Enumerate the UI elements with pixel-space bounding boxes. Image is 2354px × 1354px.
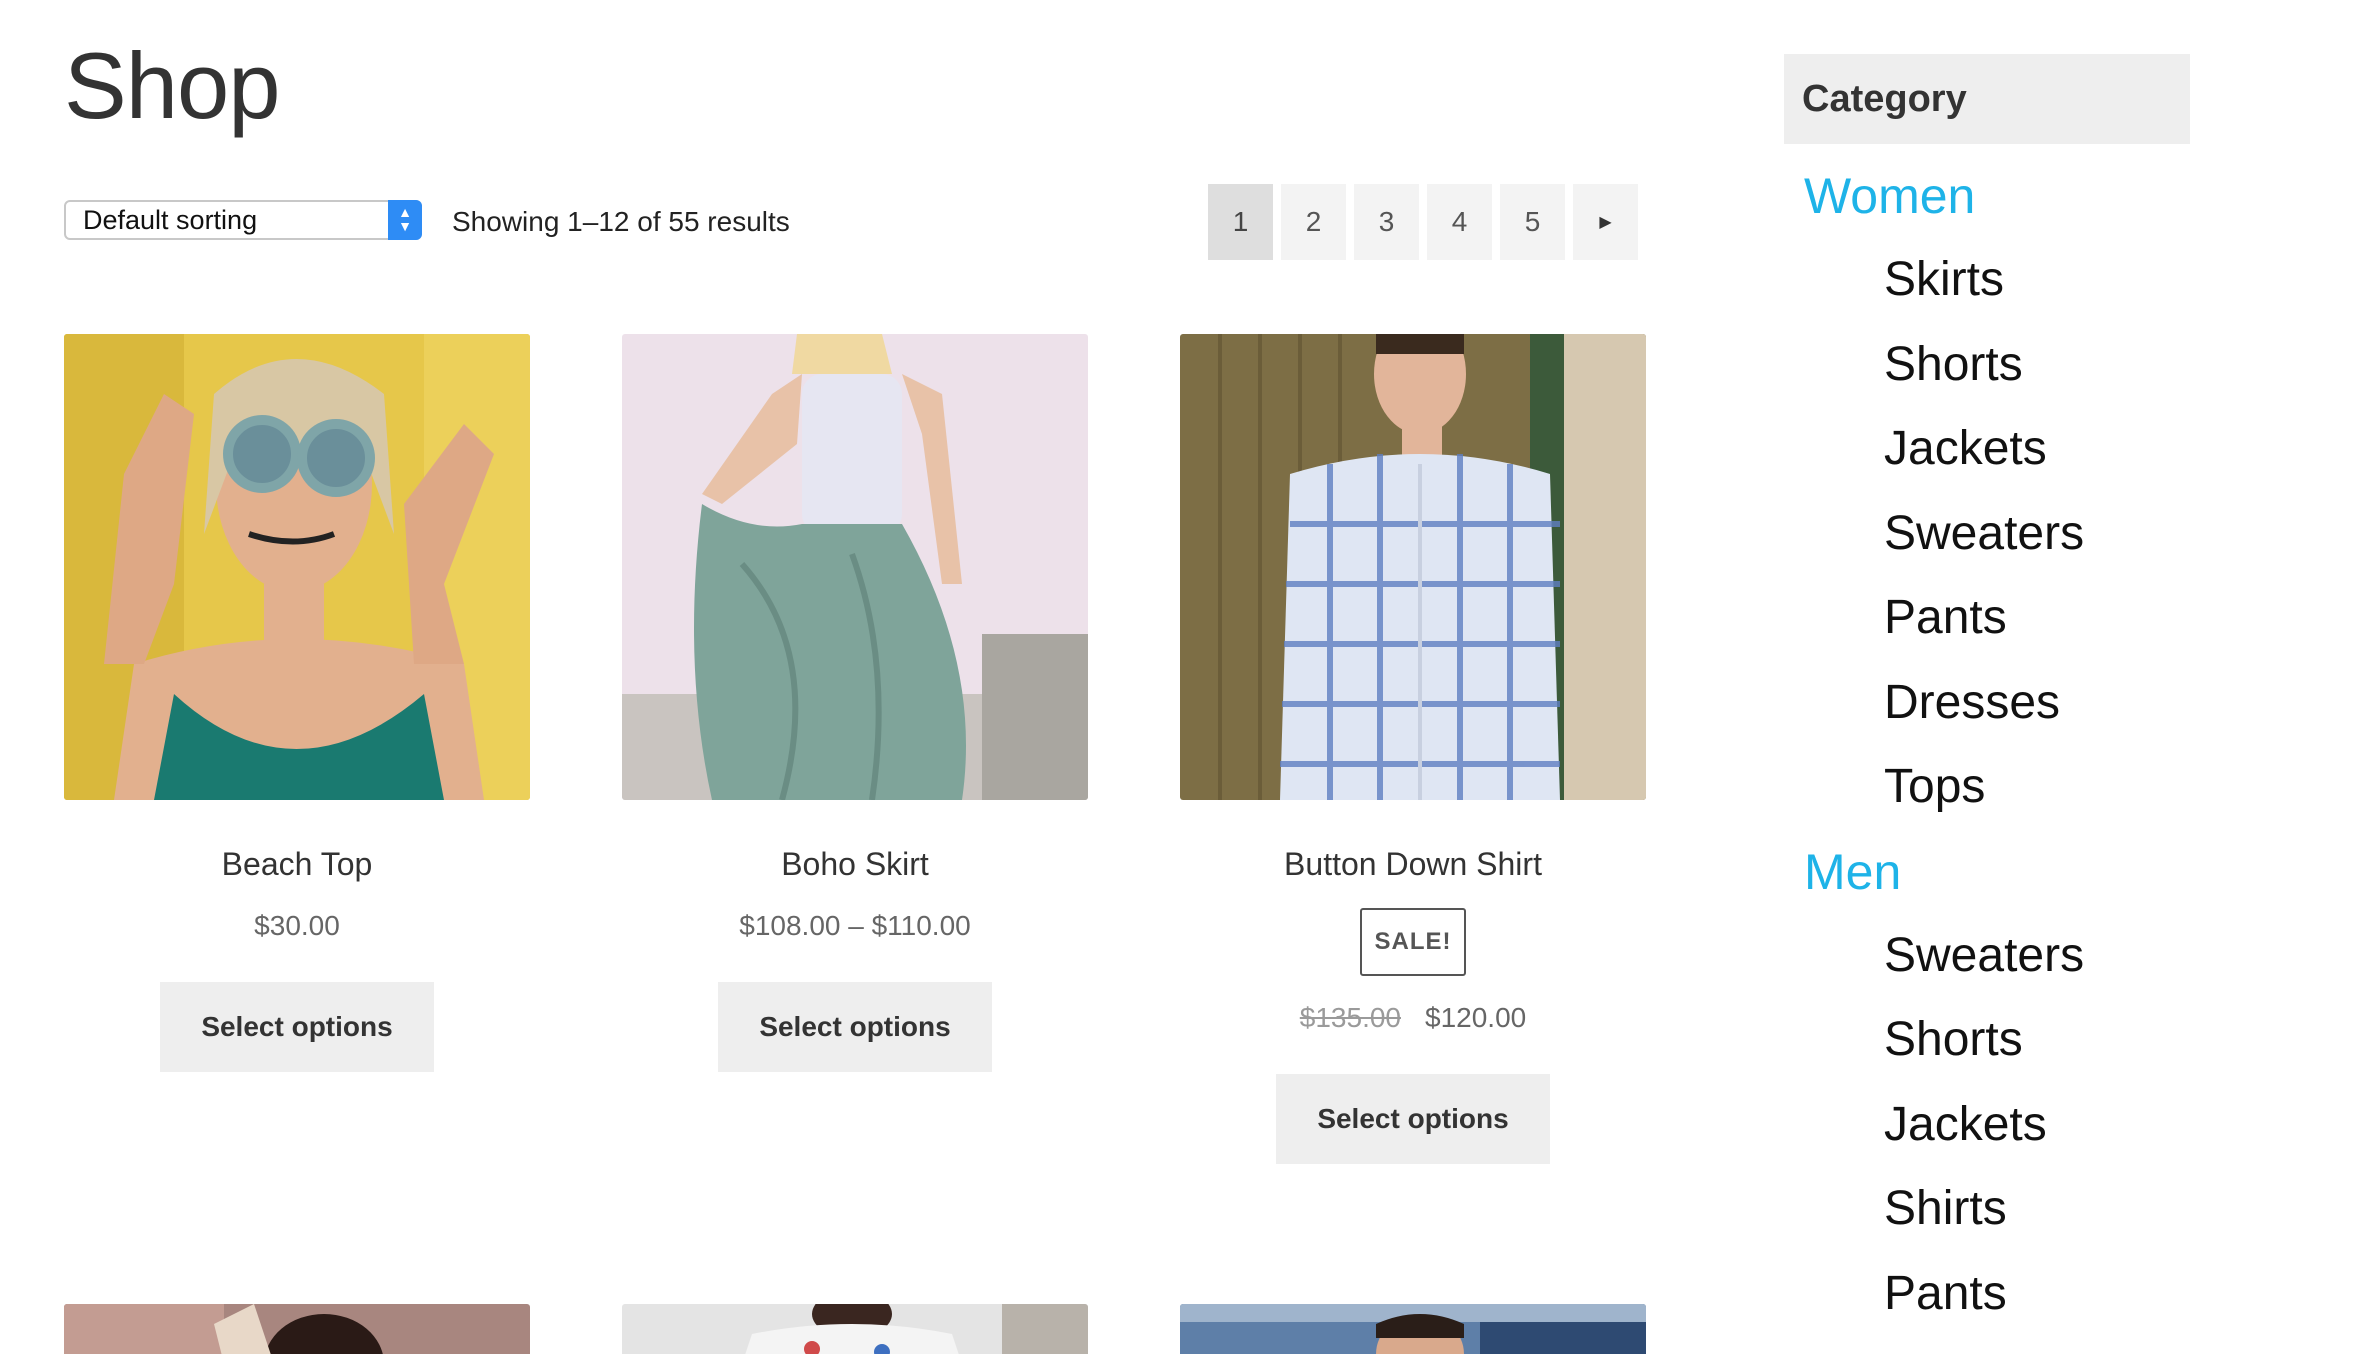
- category-widget-title: Category: [1784, 54, 2190, 144]
- product-image-row2-1[interactable]: [64, 1304, 530, 1354]
- category-women[interactable]: Women: [1804, 154, 2190, 238]
- page-2-link[interactable]: 2: [1281, 184, 1346, 260]
- product-image-button-down-shirt[interactable]: [1180, 334, 1646, 800]
- product-price: $108.00 – $110.00: [739, 910, 971, 941]
- select-options-button[interactable]: Select options: [718, 982, 992, 1072]
- category-women-sweaters[interactable]: Sweaters: [1884, 492, 2190, 577]
- product-name[interactable]: Boho Skirt: [622, 844, 1088, 884]
- category-tree: Women Skirts Shorts Jackets Sweaters Pan…: [1784, 154, 2190, 1336]
- category-men-shirts[interactable]: Shirts: [1884, 1167, 2190, 1252]
- category-women-dresses[interactable]: Dresses: [1884, 661, 2190, 746]
- select-options-button[interactable]: Select options: [160, 982, 434, 1072]
- product-name[interactable]: Button Down Shirt: [1180, 844, 1646, 884]
- product-name[interactable]: Beach Top: [64, 844, 530, 884]
- page-1-current: 1: [1208, 184, 1273, 260]
- product-card: Beach Top $30.00 Select options: [64, 334, 530, 1072]
- button-down-shirt-photo: [1180, 334, 1646, 800]
- category-women-shorts[interactable]: Shorts: [1884, 323, 2190, 408]
- page-title: Shop: [64, 33, 281, 138]
- product-photo: [1180, 1304, 1646, 1354]
- category-men-jackets[interactable]: Jackets: [1884, 1083, 2190, 1168]
- product-image-row2-3[interactable]: [1180, 1304, 1646, 1354]
- shop-page: Shop Default sorting ▲ ▼ Showing 1–12 of …: [0, 0, 2354, 1354]
- product-image-beach-top[interactable]: [64, 334, 530, 800]
- category-men-sweaters[interactable]: Sweaters: [1884, 914, 2190, 999]
- category-men[interactable]: Men: [1804, 830, 2190, 914]
- product-photo: [622, 1304, 1088, 1354]
- sale-badge: SALE!: [1360, 908, 1466, 976]
- men-subcategories: Sweaters Shorts Jackets Shirts Pants: [1784, 914, 2190, 1337]
- category-women-pants[interactable]: Pants: [1884, 576, 2190, 661]
- category-women-tops[interactable]: Tops: [1884, 745, 2190, 830]
- sale-price: $120.00: [1425, 1002, 1527, 1033]
- arrow-right-icon: ▶: [1599, 214, 1612, 231]
- page-4-link[interactable]: 4: [1427, 184, 1492, 260]
- product-price: $30.00: [254, 910, 340, 941]
- product-image-boho-skirt[interactable]: [622, 334, 1088, 800]
- pagination: 1 2 3 4 5 ▶: [1208, 184, 1638, 260]
- next-page-button[interactable]: ▶: [1573, 184, 1638, 260]
- product-image-row2-2[interactable]: [622, 1304, 1088, 1354]
- result-count: Showing 1–12 of 55 results: [452, 206, 790, 237]
- product-card: Boho Skirt $108.00 – $110.00 Select opti…: [622, 334, 1088, 1072]
- original-price: $135.00: [1299, 1002, 1401, 1033]
- category-sidebar: Category Women Skirts Shorts Jackets Swe…: [1784, 54, 2190, 1336]
- select-arrows-icon: ▲ ▼: [388, 200, 422, 240]
- sorting-select[interactable]: Default sorting ▲ ▼: [64, 200, 422, 240]
- category-women-skirts[interactable]: Skirts: [1884, 238, 2190, 323]
- select-options-button[interactable]: Select options: [1276, 1074, 1550, 1164]
- boho-skirt-photo: [622, 334, 1088, 800]
- product-card: Button Down Shirt SALE! $135.00 $120.00 S…: [1180, 334, 1646, 1164]
- sorting-select-value: Default sorting: [83, 205, 258, 235]
- category-men-shorts[interactable]: Shorts: [1884, 998, 2190, 1083]
- shop-toolbar: Default sorting ▲ ▼ Showing 1–12 of 55 re…: [64, 184, 1638, 260]
- product-photo: [64, 1304, 530, 1354]
- product-price: $135.00 $120.00: [1180, 1000, 1646, 1036]
- page-3-link[interactable]: 3: [1354, 184, 1419, 260]
- beach-top-photo: [64, 334, 530, 800]
- page-5-link[interactable]: 5: [1500, 184, 1565, 260]
- category-men-pants[interactable]: Pants: [1884, 1252, 2190, 1337]
- category-women-jackets[interactable]: Jackets: [1884, 407, 2190, 492]
- women-subcategories: Skirts Shorts Jackets Sweaters Pants Dre…: [1784, 238, 2190, 830]
